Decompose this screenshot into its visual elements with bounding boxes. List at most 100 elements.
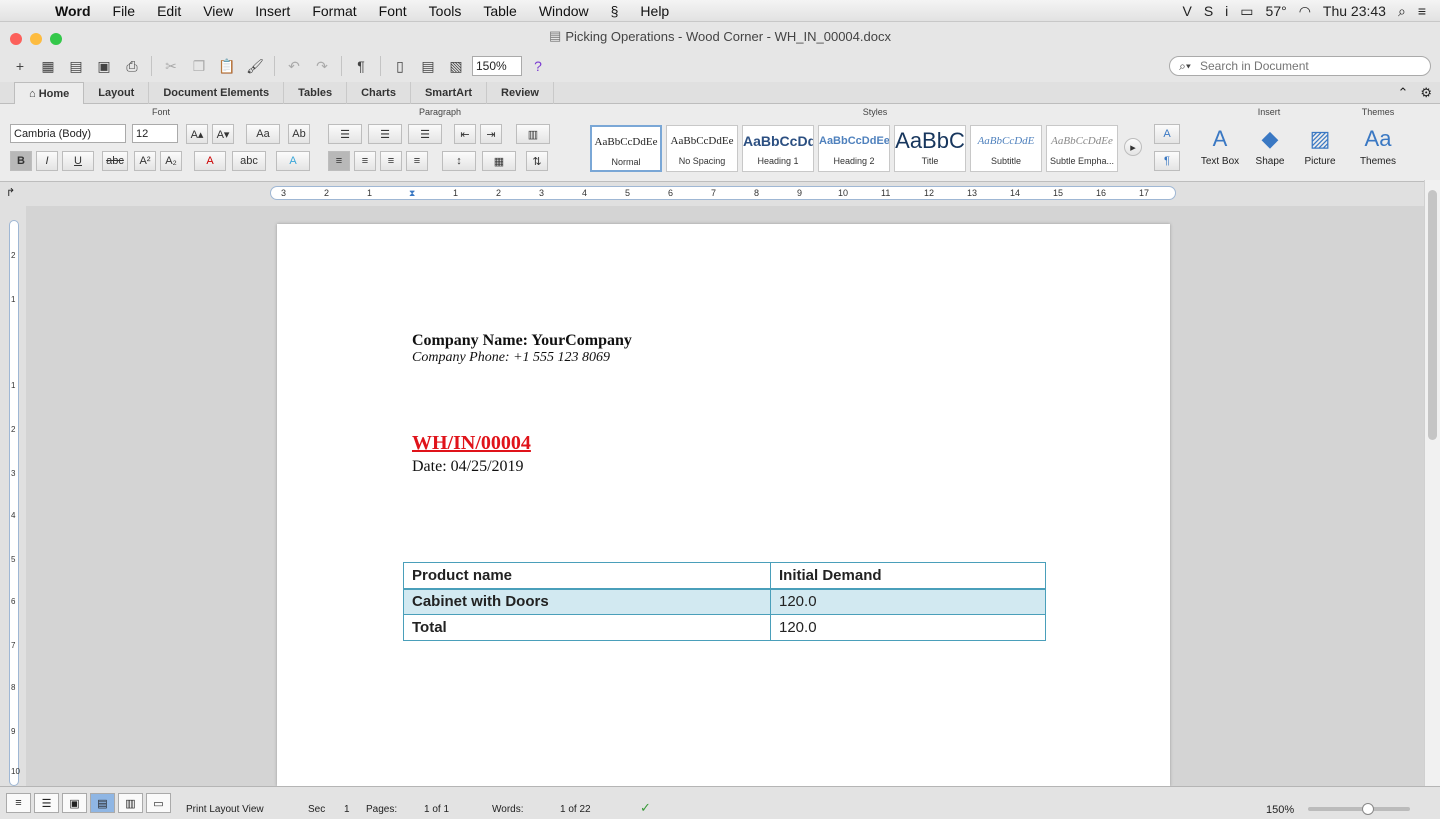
superscript-button[interactable]: A² (134, 151, 156, 171)
search-icon[interactable]: ⌕▾ (1170, 59, 1200, 74)
menu-edit[interactable]: Edit (146, 3, 192, 19)
vertical-scrollbar[interactable] (1424, 180, 1440, 786)
templates-icon[interactable]: ▦ (36, 55, 60, 77)
menu-file[interactable]: File (102, 3, 147, 19)
align-center-icon[interactable]: ≡ (354, 151, 376, 171)
change-case-icon[interactable]: Aa (246, 124, 280, 144)
gallery-icon[interactable]: ▤ (416, 55, 440, 77)
zoom-slider[interactable] (1308, 803, 1410, 815)
menu-app[interactable]: Word (44, 3, 102, 19)
subscript-button[interactable]: A₂ (160, 151, 182, 171)
print-icon[interactable]: ⎙ (120, 55, 144, 77)
skype-icon[interactable]: S (1204, 3, 1213, 19)
style-no-spacing[interactable]: AaBbCcDdEe No Spacing (666, 125, 738, 172)
grow-font-icon[interactable]: A▴ (186, 124, 208, 144)
zoom-select[interactable]: 150% (472, 56, 522, 76)
style-heading-1[interactable]: AaBbCcDd Heading 1 (742, 125, 814, 172)
horizontal-ruler[interactable]: 321 ⧗ 1 2 3 4 5 6 7 8 9 10 11 12 13 14 15 16 17 (270, 186, 1176, 200)
collapse-ribbon-icon[interactable]: ⌃ (1397, 85, 1408, 101)
font-color-icon[interactable]: A (194, 151, 226, 171)
borders-icon[interactable]: ▦ (482, 151, 516, 171)
scrollbar-thumb[interactable] (1428, 190, 1437, 440)
weather-temp[interactable]: 57° (1266, 3, 1287, 19)
proofing-icon[interactable]: ✓ (640, 800, 651, 816)
decrease-indent-icon[interactable]: ⇤ (454, 124, 476, 144)
strikethrough-button[interactable]: abc (102, 151, 128, 171)
align-left-icon[interactable]: ≡ (328, 151, 350, 171)
show-formatting-icon[interactable]: ¶ (349, 55, 373, 77)
tab-review[interactable]: Review (487, 82, 554, 104)
underline-button[interactable]: U (62, 151, 94, 171)
styles-pane-icon[interactable]: A (1154, 124, 1180, 144)
format-painter-icon[interactable]: 🖌 (243, 55, 267, 77)
justify-icon[interactable]: ≡ (406, 151, 428, 171)
numbering-icon[interactable]: ☰ (368, 124, 402, 144)
new-document-icon[interactable]: + (8, 55, 32, 77)
cut-icon[interactable]: ✂ (159, 55, 183, 77)
bold-button[interactable]: B (10, 151, 32, 171)
bullets-icon[interactable]: ☰ (328, 124, 362, 144)
align-right-icon[interactable]: ≡ (380, 151, 402, 171)
zoom-window-button[interactable] (50, 33, 62, 45)
tab-charts[interactable]: Charts (347, 82, 411, 104)
tab-smartart[interactable]: SmartArt (411, 82, 488, 104)
script-icon[interactable]: § (600, 3, 630, 19)
tab-selector-icon[interactable]: ↱ (6, 186, 15, 199)
increase-indent-icon[interactable]: ⇥ (480, 124, 502, 144)
menu-format[interactable]: Format (301, 3, 367, 19)
notification-center-icon[interactable]: ≡ (1418, 3, 1426, 19)
style-subtle-emphasis[interactable]: AaBbCcDdEe Subtle Empha... (1046, 125, 1118, 172)
tab-layout[interactable]: Layout (84, 82, 150, 104)
multilevel-list-icon[interactable]: ☰ (408, 124, 442, 144)
tab-home[interactable]: ⌂ Home (14, 82, 85, 104)
spotlight-icon[interactable]: ⌕ (1398, 3, 1406, 20)
picture-button[interactable]: ▨ Picture (1296, 126, 1344, 167)
info-icon[interactable]: i (1225, 3, 1228, 19)
menu-insert[interactable]: Insert (244, 3, 301, 19)
menu-view[interactable]: View (192, 3, 244, 19)
copy-icon[interactable]: ❐ (187, 55, 211, 77)
notebook-view-icon[interactable]: ▥ (118, 793, 143, 813)
style-normal[interactable]: AaBbCcDdEe Normal (590, 125, 662, 172)
manage-styles-icon[interactable]: ¶ (1154, 151, 1180, 171)
zoom-slider-knob[interactable] (1362, 803, 1374, 815)
menu-font[interactable]: Font (368, 3, 418, 19)
ribbon-settings-icon[interactable]: ⚙ (1420, 85, 1432, 101)
line-spacing-icon[interactable]: ↕ (442, 151, 476, 171)
redo-icon[interactable]: ↷ (310, 55, 334, 77)
document-page[interactable]: Company Name: YourCompany Company Phone:… (277, 224, 1170, 786)
font-name-select[interactable]: Cambria (Body) (10, 124, 126, 143)
clock[interactable]: Thu 23:43 (1323, 3, 1386, 19)
highlight-icon[interactable]: abc (232, 151, 266, 171)
vectorize-icon[interactable]: V (1182, 3, 1191, 19)
toolbox-icon[interactable]: ▧ (444, 55, 468, 77)
style-title[interactable]: AaBbC Title (894, 125, 966, 172)
tab-tables[interactable]: Tables (284, 82, 348, 104)
text-effects-icon[interactable]: A (276, 151, 310, 171)
vertical-ruler[interactable]: 2 1 1 2 3 4 5 6 7 8 9 10 (0, 206, 26, 786)
style-subtitle[interactable]: AaBbCcDdE Subtitle (970, 125, 1042, 172)
open-icon[interactable]: ▤ (64, 55, 88, 77)
shrink-font-icon[interactable]: A▾ (212, 124, 234, 144)
menu-tools[interactable]: Tools (418, 3, 473, 19)
memory-monitor-icon[interactable]: ▭ (1240, 3, 1253, 20)
minimize-window-button[interactable] (30, 33, 42, 45)
font-size-select[interactable]: 12 (132, 124, 178, 143)
close-window-button[interactable] (10, 33, 22, 45)
sidebar-icon[interactable]: ▯ (388, 55, 412, 77)
style-heading-2[interactable]: AaBbCcDdEe Heading 2 (818, 125, 890, 172)
publishing-view-icon[interactable]: ▣ (62, 793, 87, 813)
menu-help[interactable]: Help (629, 3, 680, 19)
search-input[interactable] (1200, 59, 1420, 73)
paste-icon[interactable]: 📋 (215, 55, 239, 77)
print-layout-view-icon[interactable]: ▤ (90, 793, 115, 813)
menu-table[interactable]: Table (472, 3, 527, 19)
tab-document-elements[interactable]: Document Elements (149, 82, 285, 104)
columns-icon[interactable]: ▥ (516, 124, 550, 144)
outline-view-icon[interactable]: ☰ (34, 793, 59, 813)
styles-next-icon[interactable]: ▸ (1124, 138, 1142, 156)
clear-formatting-icon[interactable]: Ab (288, 124, 310, 144)
wifi-icon[interactable]: ◠ (1299, 3, 1311, 20)
themes-button[interactable]: Aa Themes (1354, 126, 1402, 167)
menu-window[interactable]: Window (528, 3, 600, 19)
